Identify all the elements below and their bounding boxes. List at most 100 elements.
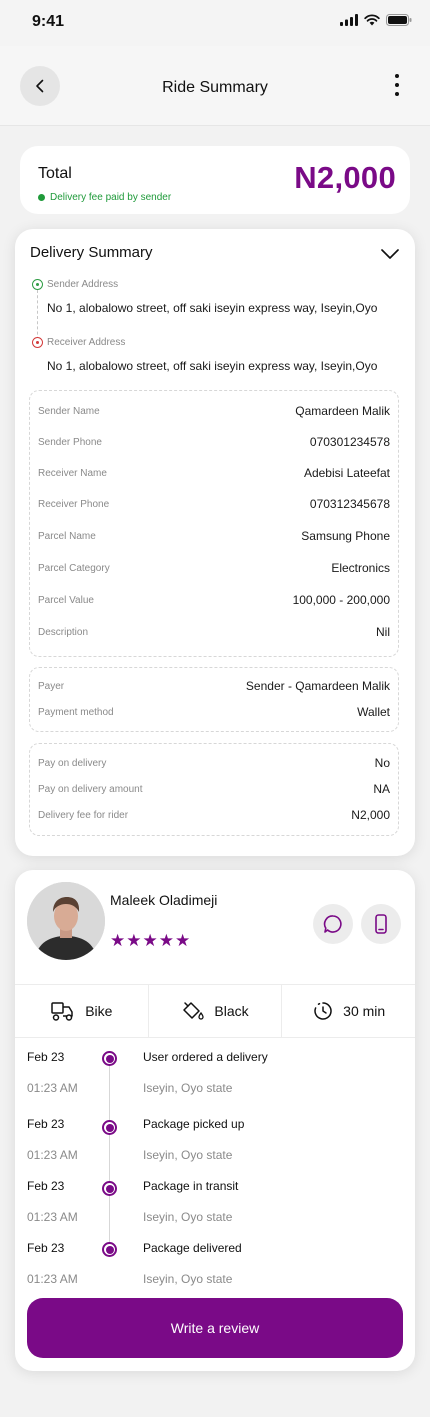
timeline-date: Feb 23 — [27, 1050, 65, 1064]
chat-icon — [323, 915, 342, 933]
sender-pin-icon — [32, 279, 43, 290]
detail-label: Sender Name — [38, 405, 100, 417]
write-review-button[interactable]: Write a review — [27, 1298, 403, 1358]
delivery-row-rider-fee: Delivery fee for rider N2,000 — [38, 805, 390, 825]
detail-label: Parcel Category — [38, 562, 110, 574]
receiver-address: No 1, alobalowo street, off saki iseyin … — [47, 359, 378, 373]
detail-row-receiver-phone: Receiver Phone 070312345678 — [38, 494, 390, 514]
total-amount: N2,000 — [294, 160, 396, 195]
spec-color-label: Black — [214, 1003, 249, 1019]
detail-label: Parcel Value — [38, 594, 94, 606]
rider-name: Maleek Oladimeji — [110, 892, 218, 908]
timeline-time: 01:23 AM — [27, 1210, 78, 1224]
delivery-value: NA — [373, 782, 390, 796]
delivery-summary-title: Delivery Summary — [30, 244, 153, 261]
call-button[interactable] — [361, 904, 401, 944]
avatar — [27, 882, 105, 960]
timeline-dot-icon — [102, 1181, 117, 1196]
timeline-event-location: Iseyin, Oyo state — [143, 1081, 233, 1095]
detail-value: Qamardeen Malik — [295, 404, 390, 418]
receiver-address-label: Receiver Address — [47, 337, 126, 348]
timeline-event-location: Iseyin, Oyo state — [143, 1210, 233, 1224]
timeline-date: Feb 23 — [27, 1241, 65, 1255]
detail-label: Receiver Name — [38, 467, 107, 479]
delivery-label: Delivery fee for rider — [38, 809, 129, 821]
total-card: Total Delivery fee paid by sender N2,000 — [20, 146, 410, 214]
detail-row-parcel-name: Parcel Name Samsung Phone — [38, 526, 390, 546]
timeline-date: Feb 23 — [27, 1179, 65, 1193]
paint-bucket-icon — [183, 1002, 205, 1020]
timeline-event-title: Package picked up — [143, 1117, 245, 1131]
detail-value: 100,000 - 200,000 — [292, 593, 390, 607]
rider-rating: ★ ★ ★ ★ ★ — [110, 932, 190, 949]
detail-label: Receiver Phone — [38, 498, 110, 510]
star-icon: ★ — [142, 931, 158, 950]
bike-icon — [51, 1002, 73, 1021]
delivery-row-pay-on-delivery: Pay on delivery No — [38, 753, 390, 773]
spec-vehicle: Bike — [15, 985, 149, 1037]
page-title: Ride Summary — [162, 79, 268, 96]
status-bar: 9:41 — [0, 0, 430, 46]
timeline-dot-icon — [102, 1051, 117, 1066]
payment-label: Payment method — [38, 706, 114, 718]
detail-row-parcel-category: Parcel Category Electronics — [38, 558, 390, 578]
star-icon: ★ — [175, 931, 191, 950]
more-options-icon[interactable] — [388, 74, 406, 96]
delivery-label: Pay on delivery — [38, 757, 107, 769]
timeline-time: 01:23 AM — [27, 1272, 78, 1286]
total-label: Total — [38, 165, 72, 182]
rider-card: Maleek Oladimeji ★ ★ ★ ★ ★ Bike Black 30… — [15, 870, 415, 1371]
timeline-dot-icon — [102, 1242, 117, 1257]
spec-color: Black — [149, 985, 283, 1037]
receiver-pin-icon — [32, 337, 43, 348]
detail-label: Sender Phone — [38, 436, 102, 448]
payment-row-method: Payment method Wallet — [38, 702, 390, 722]
timeline-time: 01:23 AM — [27, 1081, 78, 1095]
detail-value: Nil — [376, 625, 390, 639]
timeline-event-title: User ordered a delivery — [143, 1050, 268, 1064]
delivery-value: No — [374, 756, 390, 770]
star-icon: ★ — [158, 931, 174, 950]
spec-vehicle-label: Bike — [85, 1003, 113, 1019]
timeline-dot-icon — [102, 1120, 117, 1135]
spec-eta-label: 30 min — [343, 1003, 386, 1019]
payment-row-payer: Payer Sender - Qamardeen Malik — [38, 676, 390, 696]
star-icon: ★ — [110, 931, 126, 950]
delivery-payment-box: Pay on delivery No Pay on delivery amoun… — [29, 743, 399, 836]
detail-label: Description — [38, 626, 89, 638]
sender-address: No 1, alobalowo street, off saki iseyin … — [47, 301, 378, 315]
timeline-event-location: Iseyin, Oyo state — [143, 1148, 233, 1162]
delivery-value: N2,000 — [351, 808, 390, 822]
delivery-label: Pay on delivery amount — [38, 783, 143, 795]
detail-value: 070301234578 — [309, 435, 390, 449]
status-time: 9:41 — [32, 13, 65, 30]
detail-label: Parcel Name — [38, 530, 96, 542]
parcel-details-box: Sender Name Qamardeen Malik Sender Phone… — [29, 390, 399, 657]
status-icons — [340, 14, 412, 26]
wifi-icon — [364, 14, 380, 26]
rider-photo — [27, 882, 105, 960]
star-icon: ★ — [126, 931, 142, 950]
detail-value: 070312345678 — [309, 497, 390, 511]
battery-icon — [386, 14, 412, 26]
ride-specs: Bike Black 30 min — [15, 984, 415, 1038]
detail-row-sender-name: Sender Name Qamardeen Malik — [38, 401, 390, 421]
spec-eta: 30 min — [282, 985, 415, 1037]
timeline-time: 01:23 AM — [27, 1148, 78, 1162]
timeline-event-title: Package delivered — [143, 1241, 242, 1255]
detail-row-sender-phone: Sender Phone 070301234578 — [38, 432, 390, 452]
app-header: Ride Summary — [0, 46, 430, 126]
delivery-row-amount: Pay on delivery amount NA — [38, 779, 390, 799]
payment-value: Sender - Qamardeen Malik — [245, 679, 390, 693]
delivery-summary-card: Delivery Summary Sender Address No 1, al… — [15, 229, 415, 856]
chat-button[interactable] — [313, 904, 353, 944]
chevron-down-icon — [381, 249, 399, 259]
timeline-line — [109, 1058, 110, 1250]
fee-note-text: Delivery fee paid by sender — [50, 192, 172, 203]
timeline-date: Feb 23 — [27, 1117, 65, 1131]
detail-value: Electronics — [331, 561, 390, 575]
timeline-event-location: Iseyin, Oyo state — [143, 1272, 233, 1286]
fee-note: Delivery fee paid by sender — [38, 192, 171, 203]
collapse-toggle[interactable] — [379, 243, 401, 265]
timeline-event-title: Package in transit — [143, 1179, 239, 1193]
